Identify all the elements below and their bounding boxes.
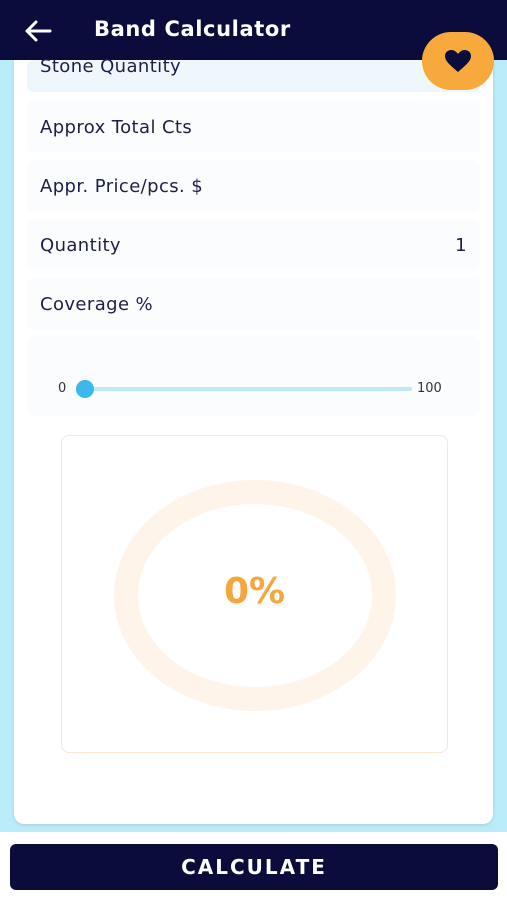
field-label: Approx Total Cts: [40, 116, 193, 138]
field-label: Appr. Price/pcs. $: [40, 175, 204, 197]
field-approx-total-cts[interactable]: Approx Total Cts: [27, 101, 480, 153]
coverage-slider[interactable]: 0 100: [27, 336, 480, 416]
arrow-left-icon: [25, 20, 52, 42]
field-coverage: Coverage %: [27, 278, 480, 330]
field-quantity[interactable]: Quantity 1: [27, 219, 480, 271]
coverage-gauge: 0%: [61, 435, 448, 753]
heart-icon: [445, 50, 471, 72]
back-button[interactable]: [18, 14, 58, 48]
page-title: Band Calculator: [94, 17, 291, 41]
slider-track[interactable]: [84, 387, 412, 391]
field-stone-quantity[interactable]: Stone Quantity: [27, 56, 480, 92]
calculator-card: Stone Quantity Approx Total Cts Appr. Pr…: [14, 56, 493, 824]
field-label: Stone Quantity: [40, 56, 182, 77]
slider-max-label: 100: [417, 381, 442, 396]
quantity-value: 1: [455, 234, 467, 256]
favorite-button[interactable]: [422, 32, 494, 90]
slider-thumb[interactable]: [76, 380, 94, 398]
calculate-button[interactable]: CALCULATE: [10, 844, 498, 890]
slider-min-label: 0: [58, 381, 67, 396]
field-price-per-pcs[interactable]: Appr. Price/pcs. $: [27, 160, 480, 212]
field-label: Quantity: [40, 234, 121, 256]
gauge-percent: 0%: [223, 571, 286, 612]
field-label: Coverage %: [40, 293, 154, 315]
